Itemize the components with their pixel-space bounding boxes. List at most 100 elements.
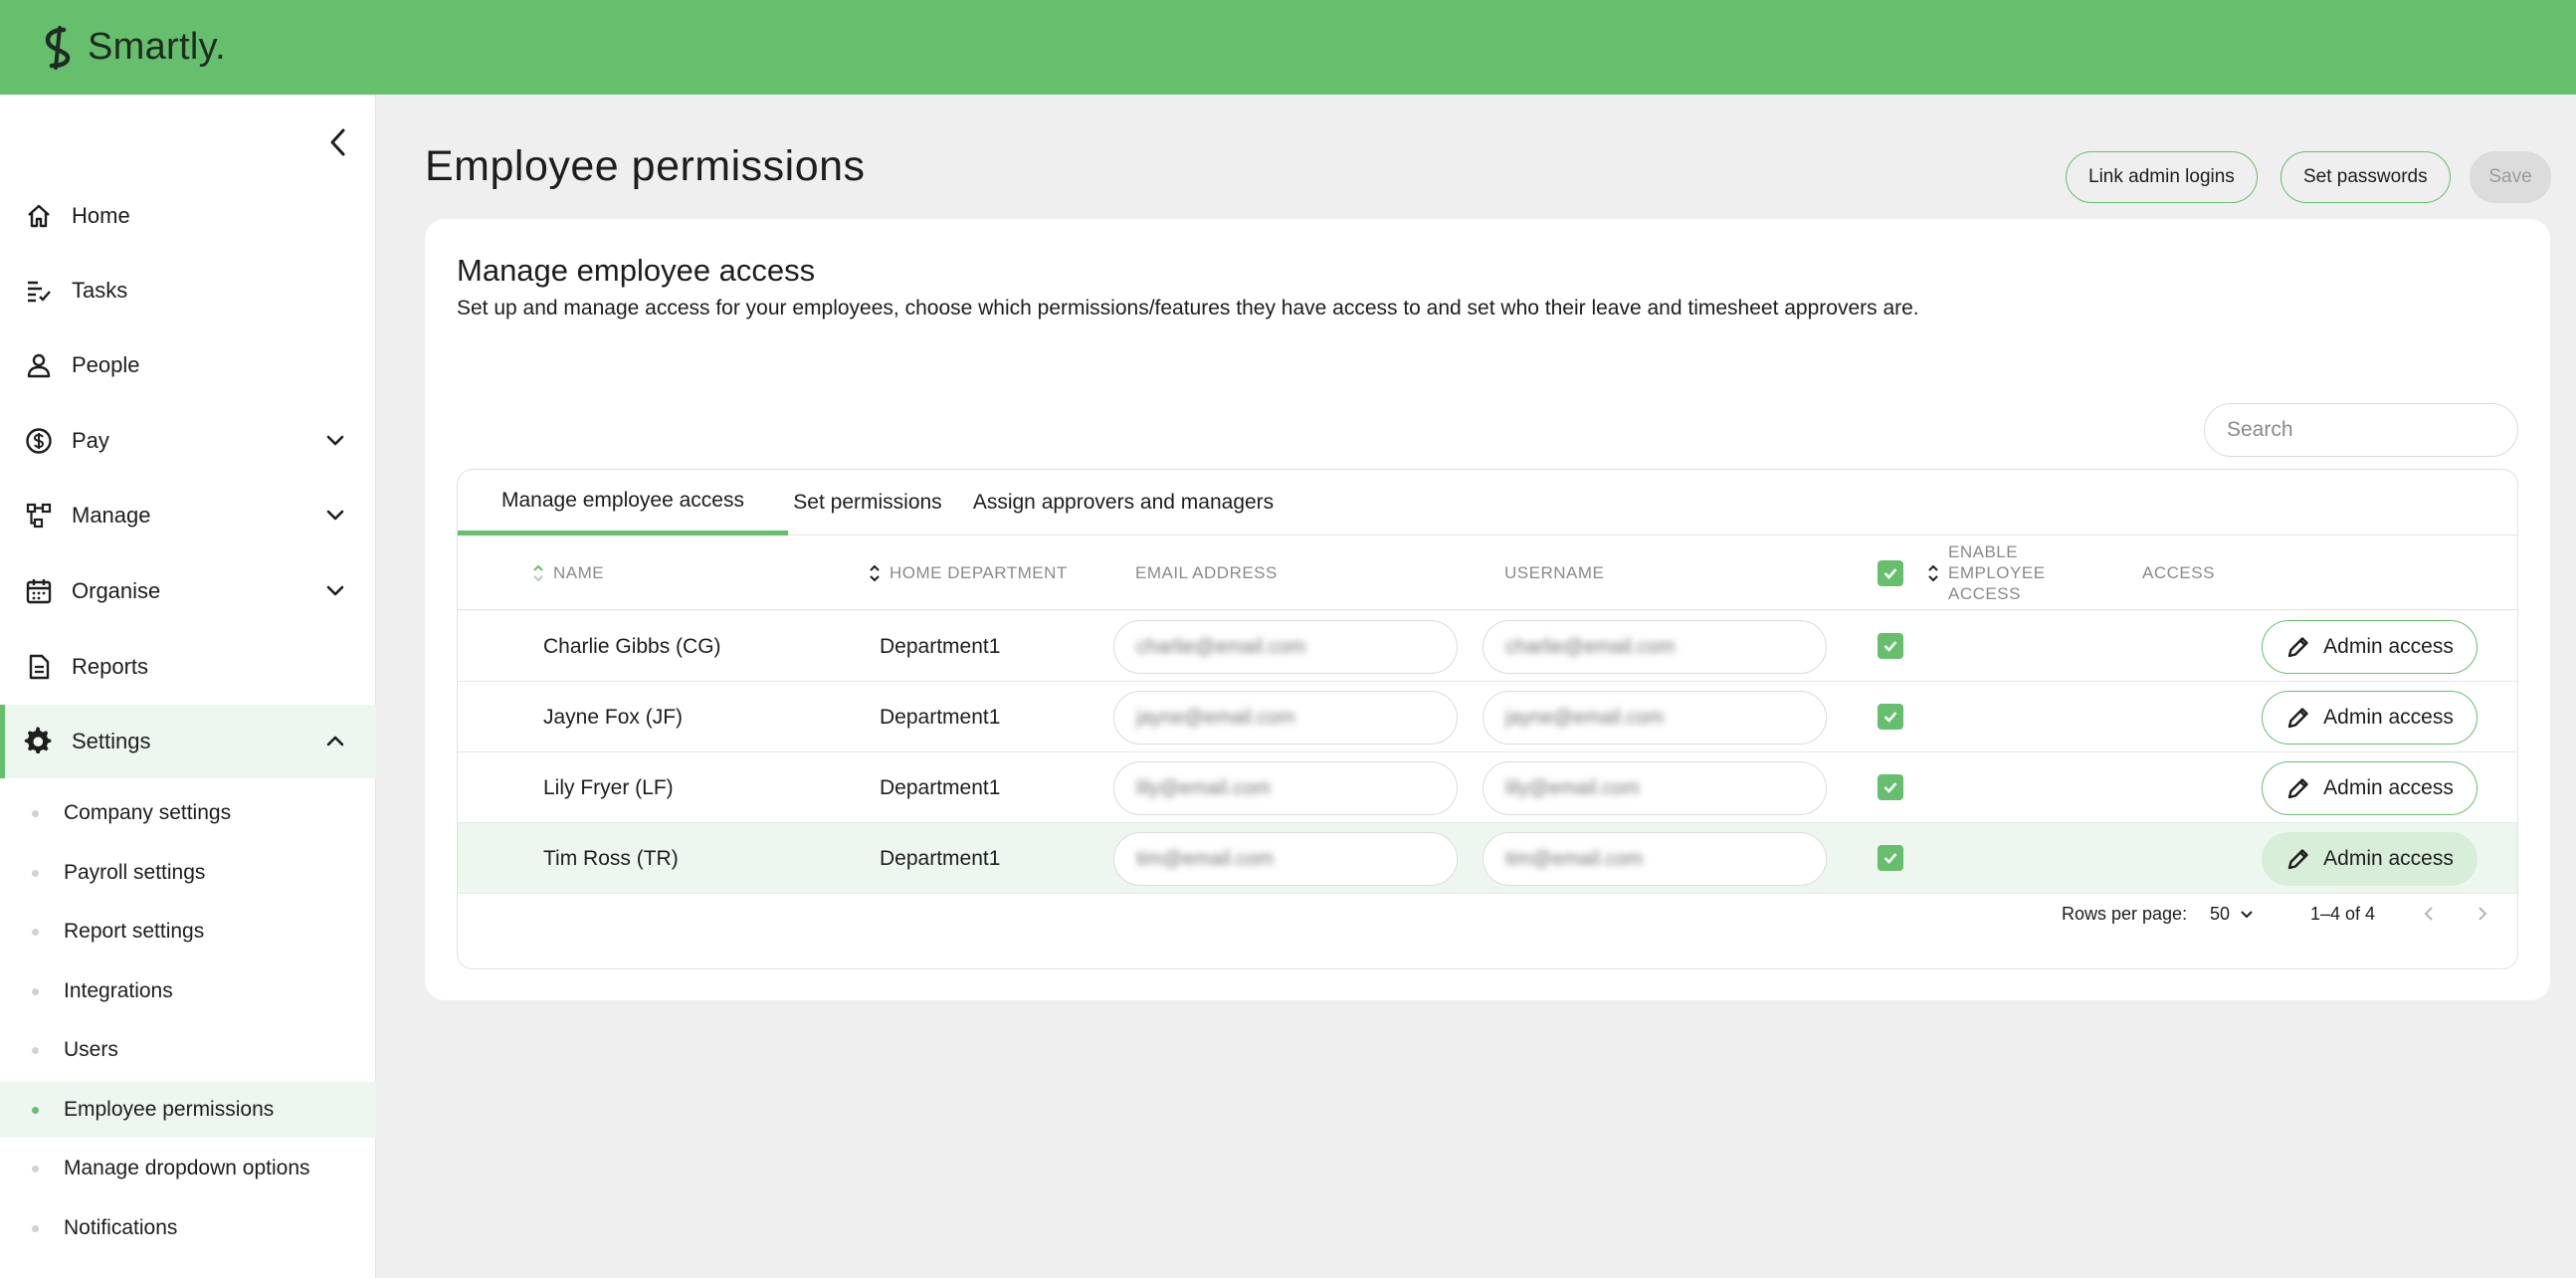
table-row: Jayne Fox (JF) Department1 jayne@email.c… <box>458 682 2517 752</box>
pencil-icon <box>2287 637 2308 658</box>
bullet-dot <box>32 1106 39 1114</box>
sidebar-item-label: Manage <box>72 503 151 528</box>
admin-access-button[interactable]: Admin access <box>2262 761 2477 815</box>
sidebar-item-label: Tasks <box>72 278 128 303</box>
sidebar-item-people[interactable]: People <box>0 328 376 402</box>
employee-name: Lily Fryer (LF) <box>543 775 674 799</box>
sort-icon <box>1928 564 1938 581</box>
column-header-access: ACCESS <box>2142 562 2215 582</box>
sidebar-subitem-notifications[interactable]: Notifications <box>0 1200 376 1256</box>
chevron-right-icon <box>2478 907 2487 921</box>
admin-access-button[interactable]: Admin access <box>2262 691 2477 745</box>
sidebar-subitem-payroll-settings[interactable]: Payroll settings <box>0 845 376 901</box>
employee-name: Charlie Gibbs (CG) <box>543 634 721 658</box>
column-header-username: USERNAME <box>1504 562 1605 582</box>
sort-icon <box>533 564 543 581</box>
sidebar-item-settings[interactable]: Settings <box>0 705 376 778</box>
sidebar-subitem-company-settings[interactable]: Company settings <box>0 785 376 841</box>
calendar-icon <box>24 576 54 606</box>
username-value: charlie@email.com <box>1505 635 1676 658</box>
admin-access-label: Admin access <box>2323 706 2454 729</box>
column-header-enable-employee-access[interactable]: ENABLE EMPLOYEE ACCESS <box>1926 535 2046 610</box>
sidebar-subitem-label: Notifications <box>64 1216 178 1239</box>
manage-access-card: Manage employee access Set up and manage… <box>425 219 2550 1000</box>
home-icon <box>24 201 54 231</box>
rows-per-page-select[interactable]: 50 <box>2210 904 2256 925</box>
previous-page-button[interactable] <box>2420 904 2438 924</box>
sidebar-subitem-users[interactable]: Users <box>0 1022 376 1078</box>
check-icon <box>1883 782 1897 793</box>
next-page-button[interactable] <box>2474 904 2491 924</box>
sidebar-item-pay[interactable]: Pay <box>0 404 376 478</box>
email-field[interactable]: tim@email.com <box>1113 832 1458 886</box>
username-value: tim@email.com <box>1505 847 1644 870</box>
header-line: ENABLE <box>1948 542 2019 561</box>
enable-access-checkbox[interactable] <box>1878 704 1903 730</box>
bullet-dot <box>32 1046 39 1054</box>
search-input[interactable] <box>2204 403 2518 457</box>
sort-icon <box>870 564 880 581</box>
sidebar-item-home[interactable]: Home <box>0 179 376 253</box>
rows-per-page-value: 50 <box>2210 903 2231 924</box>
save-button[interactable]: Save <box>2470 151 2551 203</box>
enable-access-checkbox[interactable] <box>1878 845 1903 871</box>
sidebar-item-tasks[interactable]: Tasks <box>0 254 376 327</box>
sidebar-subitem-manage-dropdown-options[interactable]: Manage dropdown options <box>0 1141 376 1196</box>
check-icon <box>1883 712 1897 723</box>
admin-access-button[interactable]: Admin access <box>2262 832 2477 886</box>
bullet-dot <box>32 809 39 817</box>
sidebar-item-organise[interactable]: Organise <box>0 554 376 628</box>
bullet-dot <box>32 1224 39 1232</box>
admin-access-button[interactable]: Admin access <box>2262 620 2477 674</box>
collapse-sidebar-button[interactable] <box>320 124 356 160</box>
email-value: tim@email.com <box>1136 847 1275 870</box>
sidebar-item-reports[interactable]: Reports <box>0 630 376 704</box>
bullet-dot <box>32 869 39 877</box>
enable-access-checkbox[interactable] <box>1878 774 1903 800</box>
tab-assign-approvers-managers[interactable]: Assign approvers and managers <box>947 470 1299 535</box>
tab-manage-employee-access[interactable]: Manage employee access <box>458 470 788 535</box>
admin-access-label: Admin access <box>2323 776 2454 799</box>
sidebar-subitem-employee-permissions[interactable]: Employee permissions <box>0 1082 376 1138</box>
username-field[interactable]: lily@email.com <box>1483 761 1827 815</box>
column-header-label: HOME DEPARTMENT <box>890 562 1068 582</box>
column-header-home-department[interactable]: HOME DEPARTMENT <box>868 535 1068 610</box>
username-field[interactable]: jayne@email.com <box>1483 691 1827 745</box>
enable-access-checkbox[interactable] <box>1878 633 1903 659</box>
column-header-name[interactable]: NAME <box>531 535 604 610</box>
column-header-label: ENABLE EMPLOYEE ACCESS <box>1948 541 2046 604</box>
brand-logo[interactable]: Smartly. <box>38 24 226 72</box>
check-icon <box>1883 853 1897 864</box>
page-range: 1–4 of 4 <box>2310 903 2376 924</box>
sidebar-item-label: Home <box>72 203 130 228</box>
sidebar-subitem-integrations[interactable]: Integrations <box>0 963 376 1019</box>
chevron-down-icon <box>2241 911 2253 919</box>
document-icon <box>24 652 54 682</box>
link-admin-logins-button[interactable]: Link admin logins <box>2066 151 2258 203</box>
sidebar-item-manage[interactable]: Manage <box>0 479 376 552</box>
username-value: lily@email.com <box>1505 776 1640 799</box>
username-field[interactable]: charlie@email.com <box>1483 620 1827 674</box>
home-department: Department1 <box>880 705 1001 729</box>
email-field[interactable]: charlie@email.com <box>1113 620 1458 674</box>
email-field[interactable]: jayne@email.com <box>1113 691 1458 745</box>
pencil-icon <box>2287 778 2308 799</box>
bullet-dot <box>32 987 39 995</box>
sidebar-subitem-label: Integrations <box>64 979 173 1002</box>
tab-set-permissions[interactable]: Set permissions <box>788 470 947 535</box>
select-all-checkbox[interactable] <box>1878 560 1903 586</box>
check-icon <box>1883 641 1897 652</box>
gear-icon <box>24 727 54 756</box>
chevron-down-icon <box>326 435 344 446</box>
username-field[interactable]: tim@email.com <box>1483 832 1827 886</box>
smartly-logo-icon <box>45 25 71 70</box>
sidebar-subitem-label: Manage dropdown options <box>64 1157 310 1179</box>
home-department: Department1 <box>880 634 1001 658</box>
employee-access-table: Manage employee access Set permissions A… <box>457 469 2518 969</box>
email-field[interactable]: lily@email.com <box>1113 761 1458 815</box>
pencil-icon <box>2287 708 2308 729</box>
rows-per-page-label: Rows per page: <box>2062 903 2188 924</box>
sidebar-subitem-report-settings[interactable]: Report settings <box>0 904 376 959</box>
sidebar-item-label: Reports <box>72 654 149 679</box>
set-passwords-button[interactable]: Set passwords <box>2280 151 2451 203</box>
